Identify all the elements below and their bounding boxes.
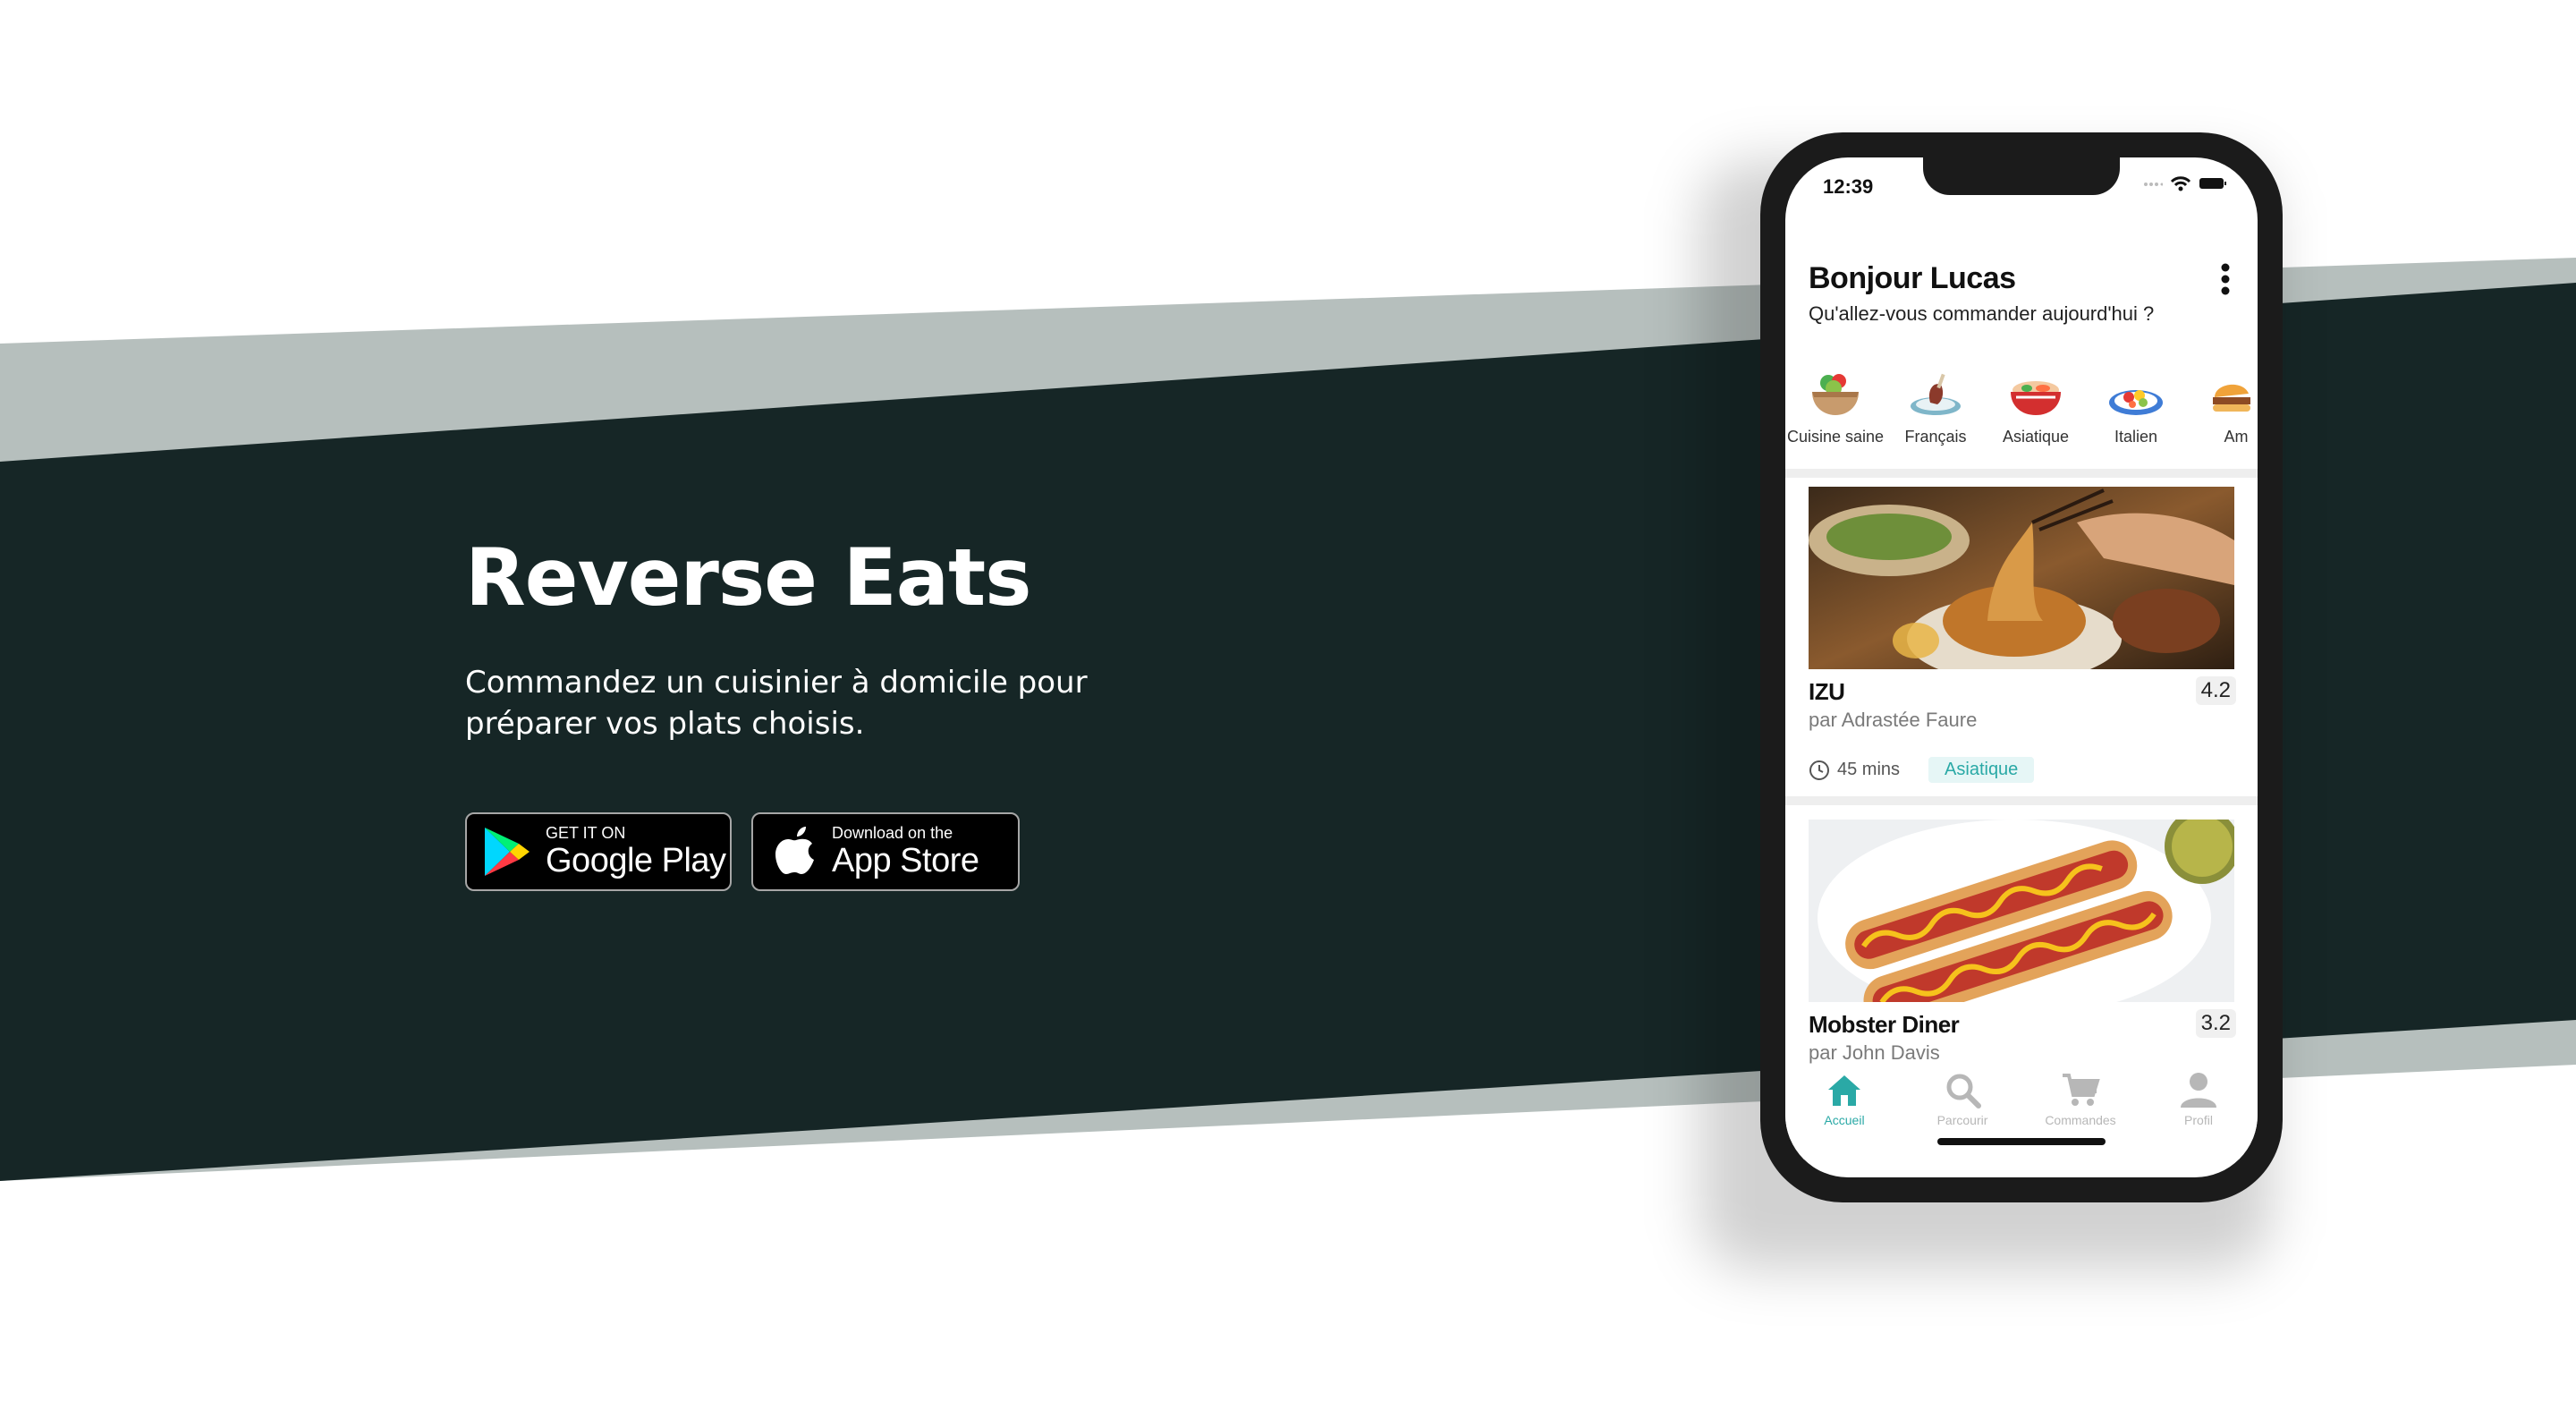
asian-bowl-icon [2011, 381, 2061, 415]
delivery-time: 45 mins [1837, 760, 1901, 779]
restaurant-name: IZU [1809, 678, 1845, 705]
google-play-button[interactable]: GET IT ON Google Play [465, 812, 732, 891]
cuisine-tag: Asiatique [1928, 757, 2035, 783]
apple-icon [775, 827, 814, 874]
french-plate-icon [1911, 373, 1961, 415]
section-divider [1785, 469, 2258, 478]
bottom-tab-bar: Accueil Parcourir Commandes Profil [1785, 1070, 2258, 1159]
category-italien[interactable]: Italien [2086, 370, 2186, 451]
hotdogs-photo [1809, 820, 2234, 1002]
app-title: Reverse Eats [465, 531, 1032, 624]
category-label: Cuisine saine [1786, 428, 1885, 446]
restaurant-chef: par Adrastée Faure [1809, 709, 1978, 731]
restaurant-chef: par John Davis [1809, 1041, 1940, 1064]
status-time: 12:39 [1823, 175, 1874, 198]
home-indicator [1937, 1138, 2106, 1145]
wifi-icon [2170, 176, 2191, 191]
restaurant-meta: 45 mins Asiatique [1809, 757, 2035, 783]
category-american[interactable]: Am [2186, 370, 2258, 451]
tab-accueil[interactable]: Accueil [1795, 1070, 1894, 1159]
app-description: Commandez un cuisinier à domicile pour p… [465, 665, 1088, 743]
signal-icon [2144, 183, 2163, 186]
phone-notch [1923, 157, 2120, 195]
restaurant-rating: 3.2 [2195, 1009, 2236, 1038]
app-store-small-label: Download on the [832, 824, 953, 842]
category-label: Am [2224, 428, 2249, 446]
italian-plate-icon [2109, 390, 2163, 415]
greeting: Bonjour Lucas [1809, 261, 2016, 295]
cart-icon [2063, 1074, 2100, 1106]
order-question: Qu'allez-vous commander aujourd'hui ? [1809, 302, 2155, 325]
store-buttons: GET IT ON Google Play Download on the Ap… [465, 812, 1020, 891]
noodles-photo [1809, 487, 2234, 669]
american-food-icon [2213, 384, 2250, 412]
category-label: Français [1904, 428, 1967, 446]
tab-label: Commandes [2045, 1113, 2116, 1127]
category-cuisine-saine[interactable]: Cuisine saine [1785, 370, 1885, 451]
app-store-big-label: App Store [832, 842, 979, 879]
google-play-icon [485, 828, 530, 876]
phone-screen: 12:39 Bonjour Lucas Qu'allez-vous comman… [1785, 157, 2258, 1177]
salad-bowl-icon [1812, 374, 1859, 415]
category-row: Cuisine saine Français Asiatique Italien… [1785, 370, 2258, 451]
hero-section: Reverse Eats Commandez un cuisinier à do… [465, 531, 1270, 744]
google-play-small-label: GET IT ON [546, 824, 626, 842]
more-menu-icon[interactable] [2220, 263, 2231, 295]
clock-icon [1809, 760, 1829, 780]
category-label: Italien [2114, 428, 2158, 446]
category-francais[interactable]: Français [1885, 370, 1986, 451]
battery-icon [2199, 178, 2226, 189]
tab-label: Profil [2184, 1113, 2213, 1127]
phone-mockup: 12:39 Bonjour Lucas Qu'allez-vous comman… [1760, 132, 2283, 1202]
status-icons [2143, 175, 2227, 191]
tab-profil[interactable]: Profil [2149, 1070, 2248, 1159]
search-icon [1946, 1074, 1981, 1108]
tab-commandes[interactable]: Commandes [2031, 1070, 2130, 1159]
tab-label: Accueil [1824, 1113, 1865, 1127]
app-store-button[interactable]: Download on the App Store [751, 812, 1020, 891]
home-icon [1828, 1075, 1860, 1106]
google-play-big-label: Google Play [546, 842, 726, 879]
category-label: Asiatique [2002, 428, 2070, 446]
section-divider [1785, 796, 2258, 805]
restaurant-rating: 4.2 [2195, 676, 2236, 705]
category-asiatique[interactable]: Asiatique [1986, 370, 2086, 451]
user-icon [2181, 1073, 2216, 1108]
restaurant-name: Mobster Diner [1809, 1011, 1960, 1038]
tab-label: Parcourir [1936, 1113, 1988, 1127]
tab-parcourir[interactable]: Parcourir [1913, 1070, 2012, 1159]
